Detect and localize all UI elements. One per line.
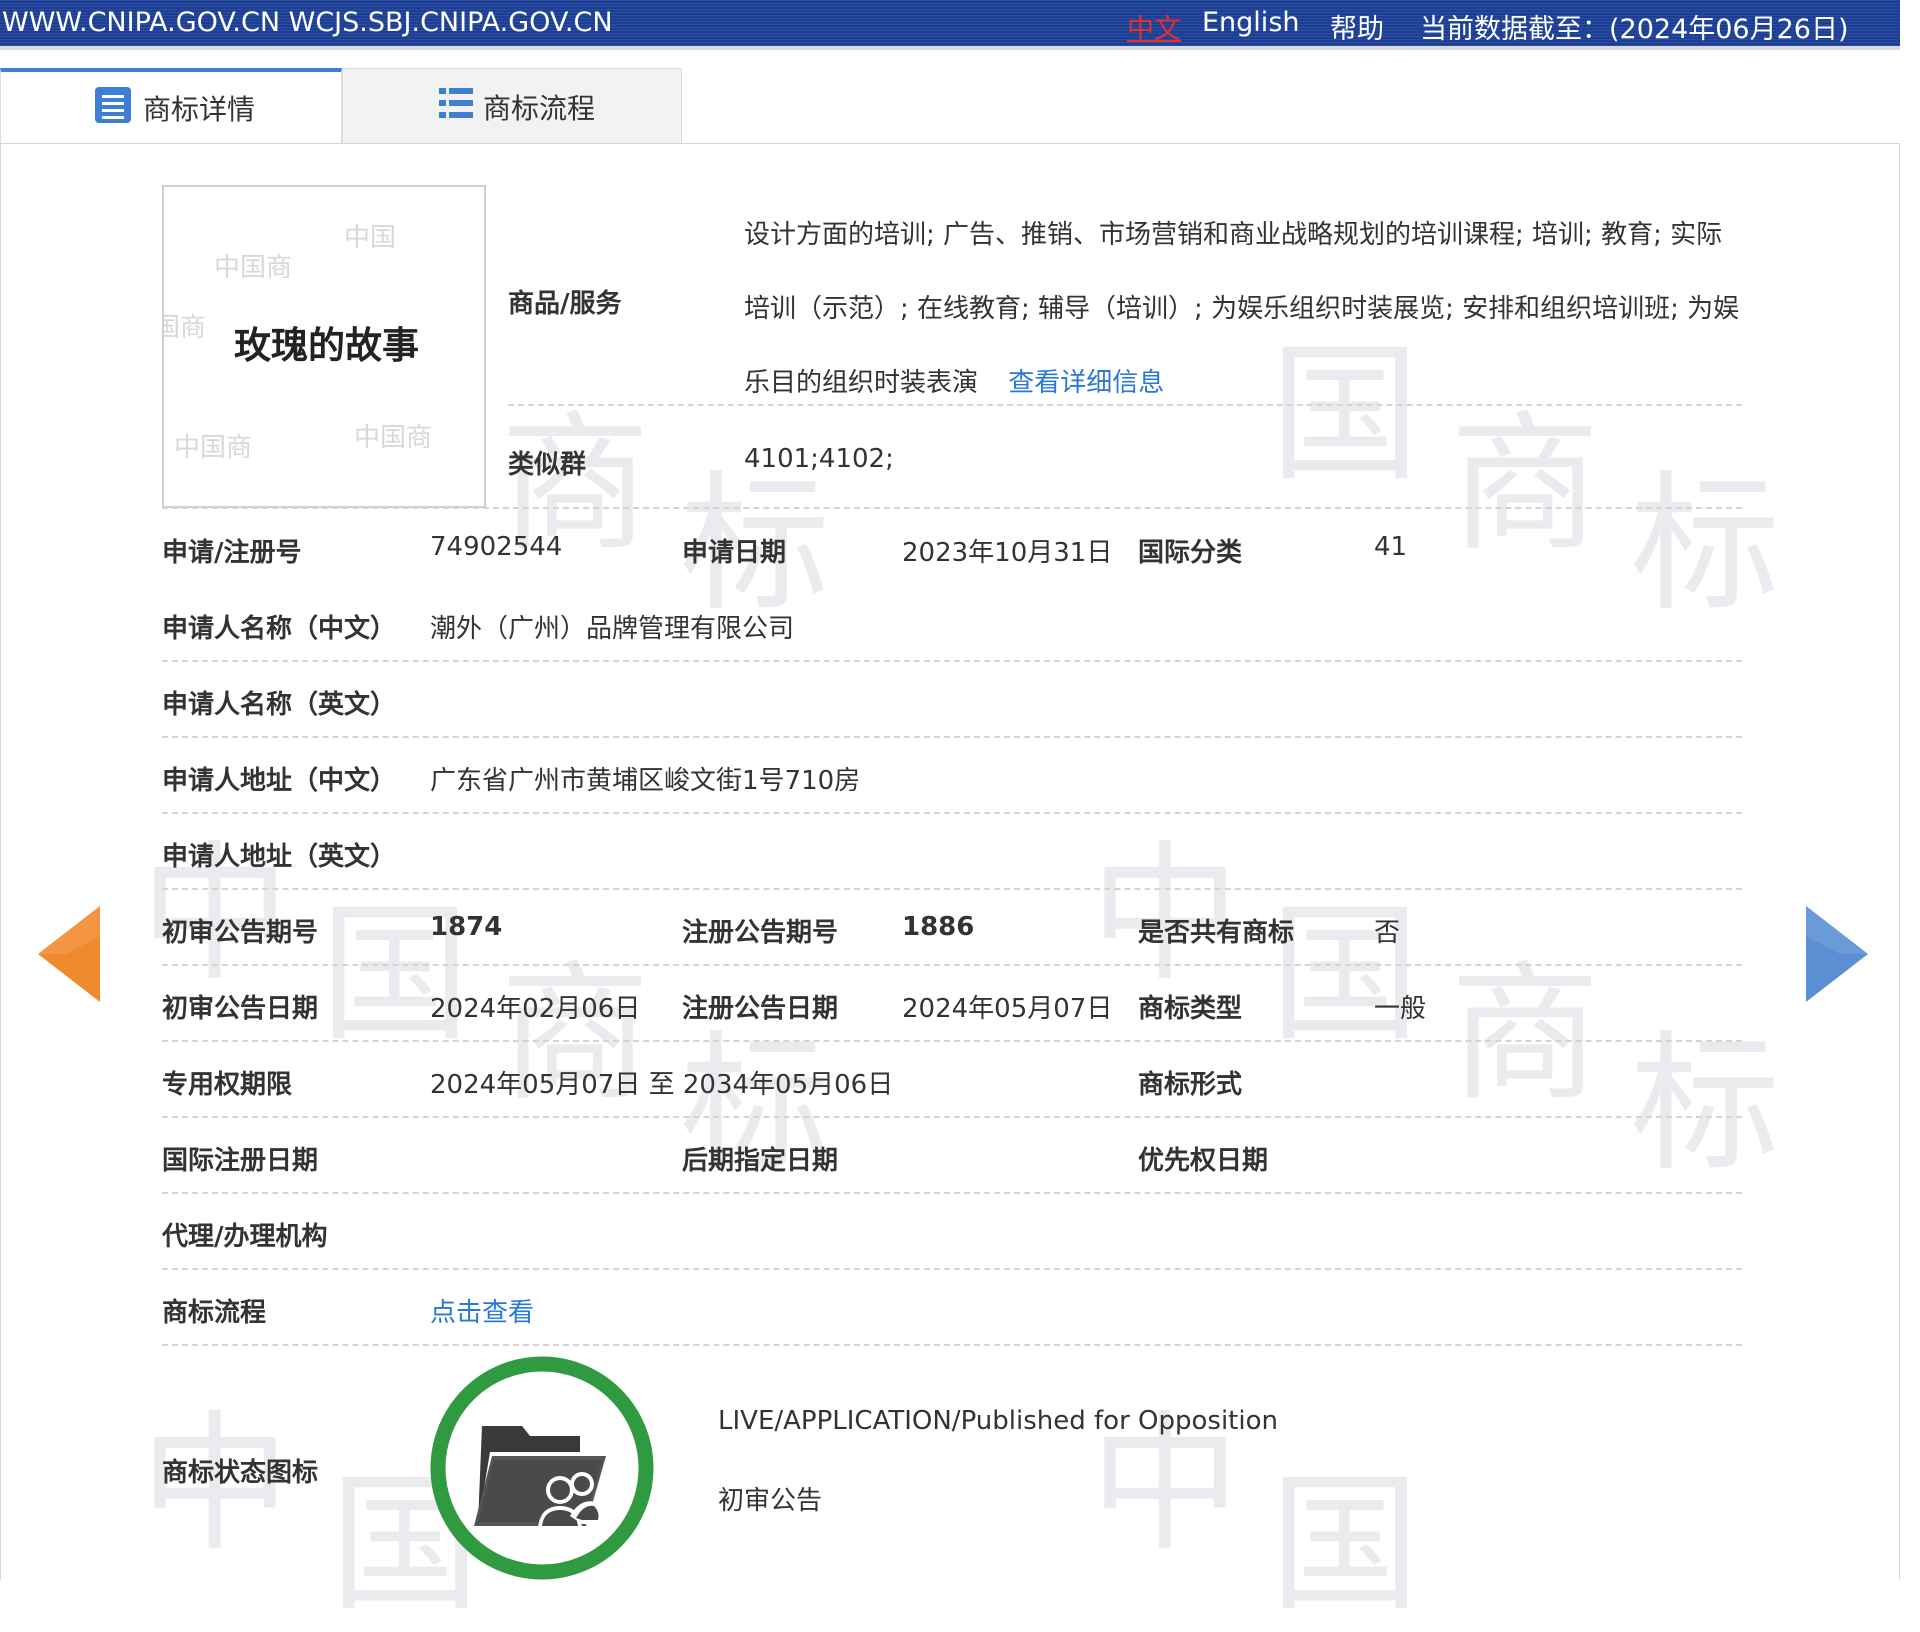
goods-label: 商品/服务 [508, 289, 622, 319]
address-cn-label: 申请人地址（中文） [162, 766, 397, 796]
similar-group-label: 类似群 [508, 450, 587, 480]
watermark: 标 [1630, 458, 1781, 632]
arrow-left-icon[interactable] [38, 906, 102, 1006]
topbar-shadow [0, 46, 1900, 50]
shared-value: 否 [1374, 918, 1401, 948]
divider [162, 1116, 1742, 1118]
tab-trademark-process[interactable]: 商标流程 [342, 68, 682, 144]
app-date-value: 2023年10月31日 [902, 538, 1113, 568]
process-label: 商标流程 [162, 1298, 267, 1328]
watermark: 商 [1450, 948, 1601, 1122]
app-date-label: 申请日期 [682, 538, 787, 568]
address-cn-value: 广东省广州市黄埔区峻文街1号710房 [430, 766, 861, 796]
watermark: 商 [1450, 398, 1601, 572]
goods-value: 设计方面的培训; 广告、推销、市场营销和商业战略规划的培训课程; 培训; 教育;… [744, 198, 1744, 420]
watermark: 标 [1630, 1018, 1781, 1192]
divider [162, 888, 1742, 890]
status-en-value: LIVE/APPLICATION/Published for Oppositio… [718, 1406, 1278, 1436]
address-en-label: 申请人地址（英文） [162, 842, 397, 872]
status-folder-icon [430, 1356, 654, 1580]
list-icon [439, 87, 473, 126]
trademark-image: 中国商 国商 中国 中国商 中国商 玫瑰的故事 [162, 185, 486, 508]
reg-no-value: 74902544 [430, 532, 563, 562]
divider [162, 812, 1742, 814]
term-value: 2024年05月07日 至 2034年05月06日 [430, 1070, 894, 1100]
tab-trademark-details[interactable]: 商标详情 [0, 68, 342, 144]
reg-pub-date-label: 注册公告日期 [682, 994, 839, 1024]
divider [162, 1040, 1742, 1042]
prelim-no-value: 1874 [430, 912, 503, 942]
applicant-cn-label: 申请人名称（中文） [162, 614, 397, 644]
status-cn-value: 初审公告 [718, 1486, 823, 1516]
process-view-link[interactable]: 点击查看 [430, 1292, 534, 1329]
top-bar: WWW.CNIPA.GOV.CN WCJS.SBJ.CNIPA.GOV.CN 中… [0, 0, 1900, 46]
divider [162, 507, 1742, 509]
arrow-right-icon[interactable] [1804, 906, 1868, 1006]
trademark-text: 玫瑰的故事 [234, 323, 419, 367]
prelim-date-value: 2024年02月06日 [430, 994, 641, 1024]
tm-type-label: 商标类型 [1138, 994, 1243, 1024]
tab-label: 商标详情 [143, 93, 256, 126]
prelim-date-label: 初审公告日期 [162, 994, 319, 1024]
divider [162, 964, 1742, 966]
divider [162, 1192, 1742, 1194]
applicant-en-label: 申请人名称（英文） [162, 690, 397, 720]
divider [162, 1344, 1742, 1346]
agent-label: 代理/办理机构 [162, 1222, 328, 1252]
term-label: 专用权期限 [162, 1070, 293, 1100]
watermark: 国 [1270, 1458, 1421, 1632]
intl-class-label: 国际分类 [1138, 538, 1243, 568]
intl-class-value: 41 [1374, 532, 1408, 562]
list-doc-icon [93, 85, 133, 132]
data-date: 当前数据截至：(2024年06月26日) [1420, 14, 1849, 45]
lang-chinese-link[interactable]: 中文 [1127, 7, 1181, 46]
divider [162, 736, 1742, 738]
status-label: 商标状态图标 [162, 1458, 319, 1488]
tm-type-value: 一般 [1374, 994, 1427, 1024]
divider [162, 660, 1742, 662]
help-link[interactable]: 帮助 [1330, 7, 1384, 46]
later-date-label: 后期指定日期 [682, 1146, 839, 1176]
lang-english-link[interactable]: English [1202, 7, 1300, 38]
intl-reg-date-label: 国际注册日期 [162, 1146, 319, 1176]
similar-group-value: 4101;4102; [744, 444, 894, 474]
prelim-no-label: 初审公告期号 [162, 918, 319, 948]
view-details-link[interactable]: 查看详细信息 [1008, 368, 1164, 398]
reg-pub-no-label: 注册公告期号 [682, 918, 839, 948]
shared-label: 是否共有商标 [1138, 918, 1295, 948]
tm-form-label: 商标形式 [1138, 1070, 1243, 1100]
goods-text: 设计方面的培训; 广告、推销、市场营销和商业战略规划的培训课程; 培训; 教育;… [744, 220, 1740, 398]
reg-pub-date-value: 2024年05月07日 [902, 994, 1113, 1024]
reg-pub-no-value: 1886 [902, 912, 975, 942]
site-url: WWW.CNIPA.GOV.CN WCJS.SBJ.CNIPA.GOV.CN [2, 7, 613, 38]
priority-date-label: 优先权日期 [1138, 1146, 1269, 1176]
tab-label: 商标流程 [483, 91, 596, 125]
applicant-cn-value: 潮外（广州）品牌管理有限公司 [430, 614, 795, 644]
reg-no-label: 申请/注册号 [162, 538, 302, 568]
divider [162, 1268, 1742, 1270]
divider [508, 404, 1742, 406]
